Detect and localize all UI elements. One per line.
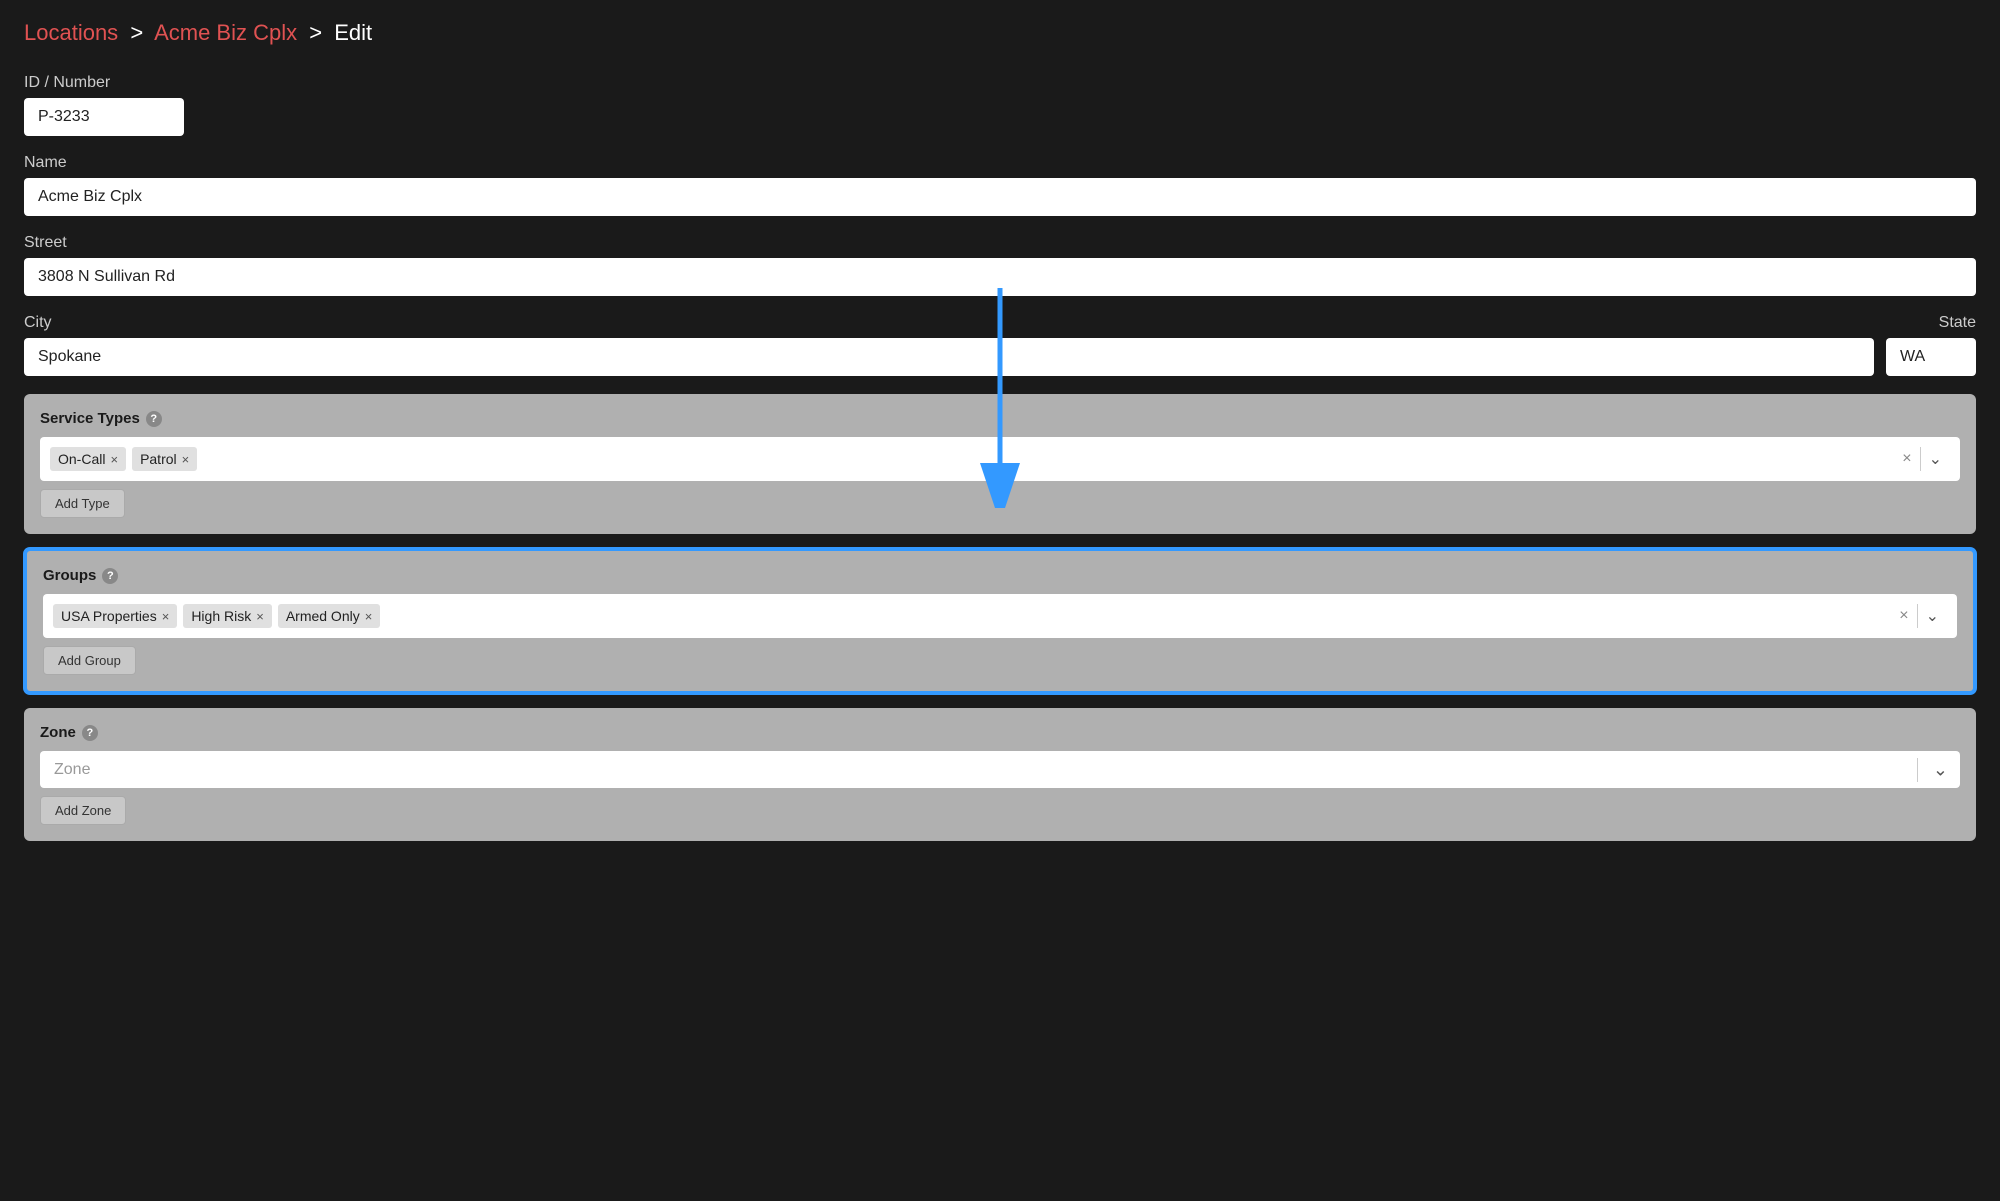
service-types-clear-icon[interactable]: ×	[1894, 450, 1919, 468]
zone-label: Zone	[40, 724, 76, 741]
tag-high-risk-label: High Risk	[191, 608, 251, 624]
groups-input[interactable]: USA Properties × High Risk × Armed Only …	[43, 594, 1957, 638]
tag-armed-only-remove[interactable]: ×	[365, 610, 373, 623]
city-input[interactable]	[24, 338, 1874, 376]
service-types-actions: × ⌄	[1894, 447, 1950, 471]
add-type-button[interactable]: Add Type	[40, 489, 125, 518]
blue-arrow	[970, 288, 1030, 508]
tag-oncall-label: On-Call	[58, 451, 105, 467]
groups-dropdown-icon[interactable]: ⌄	[1918, 606, 1947, 626]
breadcrumb-sep2: >	[309, 20, 322, 45]
tag-patrol: Patrol ×	[132, 447, 197, 471]
breadcrumb-sep1: >	[130, 20, 143, 45]
state-field: State	[1886, 314, 1976, 376]
groups-label: Groups	[43, 567, 96, 584]
tag-armed-only: Armed Only ×	[278, 604, 381, 628]
id-input[interactable]	[24, 98, 184, 136]
breadcrumb-locations[interactable]: Locations	[24, 20, 118, 45]
tag-usa-properties-label: USA Properties	[61, 608, 157, 624]
tag-oncall-remove[interactable]: ×	[110, 453, 118, 466]
service-types-help-icon[interactable]: ?	[146, 411, 162, 427]
zone-title: Zone ?	[40, 724, 1960, 741]
page-wrapper: Locations > Acme Biz Cplx > Edit ID / Nu…	[24, 20, 1976, 841]
add-group-button[interactable]: Add Group	[43, 646, 136, 675]
id-label: ID / Number	[24, 74, 1976, 92]
city-field: City	[24, 314, 1874, 376]
tag-oncall: On-Call ×	[50, 447, 126, 471]
name-label: Name	[24, 154, 1976, 172]
tag-usa-properties: USA Properties ×	[53, 604, 177, 628]
city-label: City	[24, 314, 1874, 332]
service-types-dropdown-icon[interactable]: ⌄	[1921, 449, 1950, 469]
service-types-label: Service Types	[40, 410, 140, 427]
groups-title: Groups ?	[43, 567, 1957, 584]
street-label: Street	[24, 234, 1976, 252]
breadcrumb-location-name[interactable]: Acme Biz Cplx	[154, 20, 297, 45]
street-field-group: Street	[24, 234, 1976, 296]
tag-patrol-remove[interactable]: ×	[182, 453, 190, 466]
tag-high-risk-remove[interactable]: ×	[256, 610, 264, 623]
tag-usa-properties-remove[interactable]: ×	[162, 610, 170, 623]
zone-help-icon[interactable]: ?	[82, 725, 98, 741]
breadcrumb-action: Edit	[334, 20, 372, 45]
groups-actions: × ⌄	[1891, 604, 1947, 628]
add-zone-button[interactable]: Add Zone	[40, 796, 126, 825]
tag-high-risk: High Risk ×	[183, 604, 272, 628]
groups-help-icon[interactable]: ?	[102, 568, 118, 584]
groups-panel: Groups ? USA Properties × High Risk × Ar…	[24, 548, 1976, 694]
tag-armed-only-label: Armed Only	[286, 608, 360, 624]
zone-select[interactable]: Zone	[40, 751, 1960, 788]
state-input[interactable]	[1886, 338, 1976, 376]
state-label: State	[1886, 314, 1976, 332]
breadcrumb: Locations > Acme Biz Cplx > Edit	[24, 20, 1976, 46]
name-field-group: Name	[24, 154, 1976, 216]
name-input[interactable]	[24, 178, 1976, 216]
groups-clear-icon[interactable]: ×	[1891, 607, 1916, 625]
zone-select-divider	[1917, 758, 1918, 782]
zone-panel: Zone ? Zone Add Zone	[24, 708, 1976, 841]
zone-select-wrapper: Zone	[40, 751, 1960, 788]
tag-patrol-label: Patrol	[140, 451, 177, 467]
id-field-group: ID / Number	[24, 74, 1976, 136]
